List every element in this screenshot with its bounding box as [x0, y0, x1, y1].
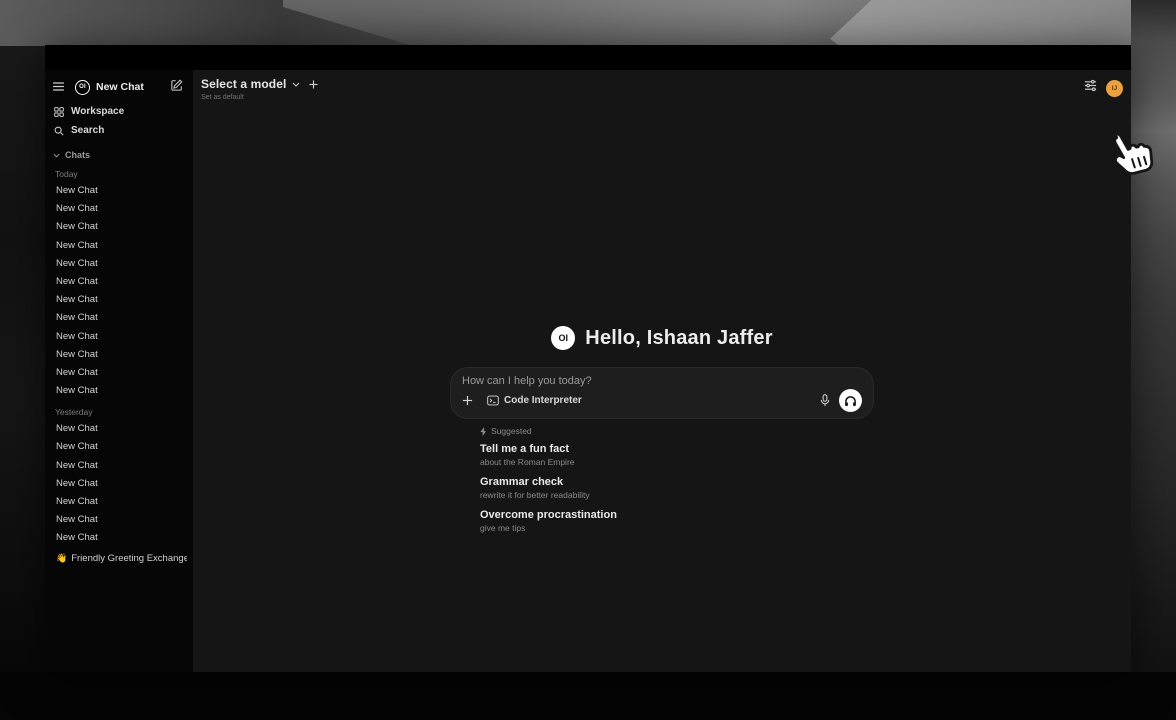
- sidebar-chat-item[interactable]: New Chat: [53, 255, 187, 273]
- sidebar-chat-item[interactable]: New Chat: [53, 200, 187, 218]
- app-logo: OI: [551, 326, 575, 350]
- sidebar-chat-item[interactable]: New Chat: [53, 273, 187, 291]
- suggested-prompt-title: Tell me a fun fact: [480, 443, 874, 455]
- sidebar-chat-item-named[interactable]: 👋 Friendly Greeting Exchange: [53, 549, 187, 567]
- sidebar-chat-item[interactable]: New Chat: [53, 457, 187, 475]
- sidebar-chat-item[interactable]: New Chat: [53, 309, 187, 327]
- attach-plus-icon[interactable]: [462, 395, 473, 406]
- chats-section-label: Chats: [65, 150, 90, 160]
- sidebar-chat-item[interactable]: New Chat: [53, 529, 187, 547]
- sidebar-chat-item[interactable]: New Chat: [53, 382, 187, 400]
- backdrop-bottom-strip: [0, 672, 1176, 720]
- suggested-prompt-title: Overcome procrastination: [480, 509, 874, 521]
- chat-history-list: TodayNew ChatNew ChatNew ChatNew ChatNew…: [53, 169, 187, 548]
- code-interpreter-label: Code Interpreter: [504, 395, 582, 406]
- sidebar-chat-item[interactable]: New Chat: [53, 364, 187, 382]
- chats-section-toggle[interactable]: Chats: [53, 148, 187, 162]
- suggested-prompt-subtitle: about the Roman Empire: [480, 457, 874, 467]
- search-icon: [54, 126, 64, 136]
- settings-sliders-icon[interactable]: [1084, 79, 1097, 97]
- backdrop-left-strip: [0, 46, 45, 690]
- suggested-section: Suggested Tell me a fun fact about the Ro…: [450, 426, 874, 533]
- search-label: Search: [71, 125, 104, 136]
- sidebar-chat-item[interactable]: New Chat: [53, 328, 187, 346]
- sidebar: OI New Chat Workspace Search Chats: [45, 70, 193, 672]
- sidebar-chat-item[interactable]: New Chat: [53, 420, 187, 438]
- sidebar-chat-item[interactable]: New Chat: [53, 218, 187, 236]
- model-selector[interactable]: Select a model: [201, 77, 318, 91]
- suggested-prompt-title: Grammar check: [480, 476, 874, 488]
- desktop-background: OI New Chat Workspace Search Chats: [0, 0, 1176, 720]
- workspace-label: Workspace: [71, 106, 124, 117]
- new-chat-compose-icon[interactable]: [171, 78, 183, 96]
- sidebar-chat-item[interactable]: New Chat: [53, 475, 187, 493]
- greeting-text: Hello, Ishaan Jaffer: [585, 327, 772, 350]
- window-titlebar: [45, 45, 1131, 70]
- sidebar-chat-item[interactable]: New Chat: [53, 493, 187, 511]
- user-avatar[interactable]: IJ: [1106, 80, 1123, 97]
- workspace-grid-icon: [54, 107, 64, 117]
- sidebar-chat-item[interactable]: New Chat: [53, 511, 187, 529]
- sidebar-item-workspace[interactable]: Workspace: [53, 102, 187, 121]
- suggested-prompt-subtitle: give me tips: [480, 523, 874, 533]
- sidebar-chat-item[interactable]: New Chat: [53, 346, 187, 364]
- app-window: OI New Chat Workspace Search Chats: [45, 45, 1131, 672]
- set-default-link[interactable]: Set as default: [201, 94, 318, 101]
- named-chat-label: Friendly Greeting Exchange: [71, 553, 187, 564]
- add-model-icon[interactable]: [309, 80, 318, 89]
- suggested-prompt-subtitle: rewrite it for better readability: [480, 490, 874, 500]
- model-selector-label: Select a model: [201, 77, 286, 91]
- sidebar-item-search[interactable]: Search: [53, 121, 187, 140]
- headphones-icon: [844, 395, 857, 407]
- sidebar-chat-item[interactable]: New Chat: [53, 438, 187, 456]
- wave-emoji-icon: 👋: [56, 553, 67, 563]
- sidebar-chat-item[interactable]: New Chat: [53, 291, 187, 309]
- chat-group-label: Yesterday: [55, 407, 187, 417]
- main-panel: Select a model Set as default IJ: [193, 70, 1131, 672]
- code-interpreter-toggle[interactable]: Code Interpreter: [487, 395, 582, 406]
- terminal-icon: [487, 395, 499, 406]
- suggested-prompt[interactable]: Tell me a fun fact about the Roman Empire: [480, 443, 874, 467]
- sidebar-app-title: New Chat: [96, 81, 171, 93]
- backdrop-right-strip: [1131, 0, 1176, 690]
- message-input-placeholder: How can I help you today?: [462, 375, 862, 387]
- suggested-label: Suggested: [491, 426, 532, 436]
- chevron-down-icon: [292, 82, 300, 87]
- chat-group-label: Today: [55, 169, 187, 179]
- suggested-prompt[interactable]: Overcome procrastination give me tips: [480, 509, 874, 533]
- microphone-icon[interactable]: [820, 394, 830, 407]
- sidebar-toggle-icon[interactable]: [53, 78, 64, 96]
- voice-call-button[interactable]: [839, 389, 862, 412]
- sidebar-chat-item[interactable]: New Chat: [53, 237, 187, 255]
- greeting-row: OI Hello, Ishaan Jaffer: [450, 326, 874, 350]
- sidebar-chat-item[interactable]: New Chat: [53, 182, 187, 200]
- bolt-icon: [480, 427, 487, 436]
- message-input[interactable]: How can I help you today? Code Interpret…: [450, 367, 874, 419]
- app-logo: OI: [75, 80, 90, 95]
- suggested-prompt[interactable]: Grammar check rewrite it for better reada…: [480, 476, 874, 500]
- chevron-down-icon: [53, 153, 60, 158]
